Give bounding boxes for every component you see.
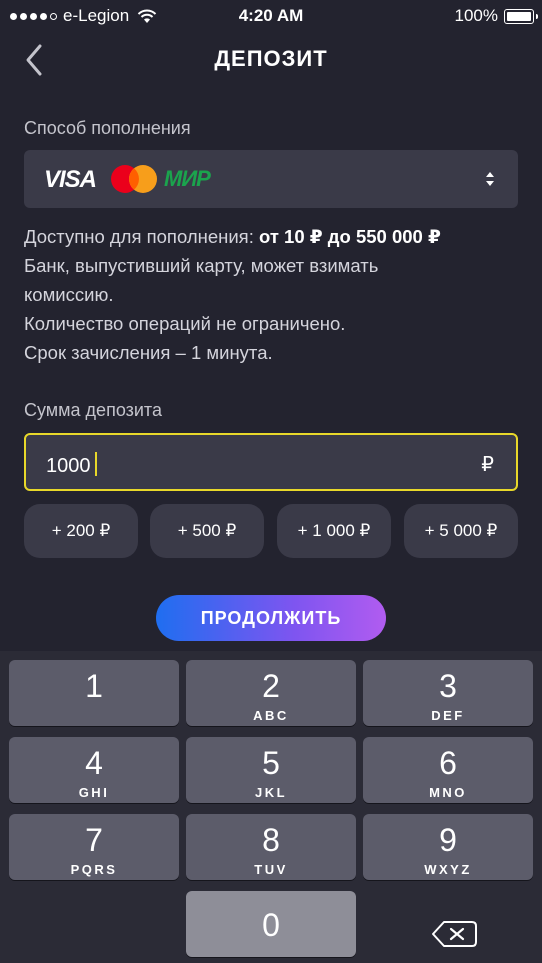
payment-method-label: Способ пополнения [24,118,191,138]
key-5[interactable]: 5 JKL [186,737,356,803]
key-digit: 4 [85,745,103,781]
visa-logo: VISA [44,166,97,193]
status-right: 100% [454,6,538,26]
key-9[interactable]: 9 WXYZ [363,814,533,880]
key-letters: MNO [429,785,467,800]
info-line-4: Количество операций не ограничено. [24,313,346,334]
select-arrows-icon [486,172,494,186]
key-letters: ABC [253,708,289,723]
key-digit: 8 [262,822,280,858]
quick-amount-200-button[interactable]: + 200 ₽ [24,504,138,558]
quick-amount-1000-button[interactable]: + 1 000 ₽ [277,504,391,558]
mastercard-logo [111,165,157,193]
key-letters: DEF [431,708,465,723]
key-digit: 1 [85,668,103,704]
key-letters: PQRS [70,862,118,877]
key-6[interactable]: 6 MNO [363,737,533,803]
page-title: ДЕПОЗИТ [214,46,328,71]
key-letters: TUV [254,862,288,877]
key-digit: 2 [262,668,280,704]
quick-amount-5000-button[interactable]: + 5 000 ₽ [404,504,518,558]
key-0[interactable]: 0 [186,891,356,957]
key-digit: 3 [439,668,457,704]
key-digit: 5 [262,745,280,781]
text-caret [94,452,97,476]
info-line-2: Банк, выпустивший карту, может взимать [24,255,379,276]
key-letters: WXYZ [424,862,472,877]
mir-logo: МИР [164,166,211,191]
deposit-amount-label: Сумма депозита [24,400,162,420]
info-line-3: комиссию. [24,284,114,305]
payment-method-select[interactable]: VISA МИР [24,150,518,208]
battery-icon [504,8,538,24]
key-1[interactable]: 1 [9,660,179,726]
deposit-info: Доступно для пополнения: от 10 ₽ до 550 … [24,222,524,367]
key-4[interactable]: 4 GHI [9,737,179,803]
numeric-keyboard: 1 2 ABC 3 DEF 4 GHI 5 JKL 6 MNO 7 PQRS 8… [0,651,542,963]
battery-percent: 100% [454,6,498,25]
key-digit: 9 [439,822,457,858]
key-letters: GHI [78,785,110,800]
info-line-1-prefix: Доступно для пополнения: [24,226,259,247]
currency-symbol: ₽ [481,454,494,476]
deposit-limits: от 10 ₽ до 550 000 ₽ [258,226,441,247]
key-digit: 7 [85,822,103,858]
backspace-icon[interactable] [418,911,488,957]
key-letters: JKL [254,785,288,800]
amount-value: 1000 [46,455,91,477]
status-bar: e-Legion 4:20 AM 100% [0,0,542,32]
key-7[interactable]: 7 PQRS [9,814,179,880]
continue-button[interactable]: ПРОДОЛЖИТЬ [156,595,386,641]
key-digit: 6 [439,745,457,781]
info-line-5: Срок зачисления – 1 минута. [24,342,273,363]
key-8[interactable]: 8 TUV [186,814,356,880]
deposit-amount-input[interactable]: 1000 ₽ [24,433,518,491]
key-2[interactable]: 2 ABC [186,660,356,726]
key-3[interactable]: 3 DEF [363,660,533,726]
key-digit: 0 [262,907,280,943]
quick-amount-500-button[interactable]: + 500 ₽ [150,504,264,558]
